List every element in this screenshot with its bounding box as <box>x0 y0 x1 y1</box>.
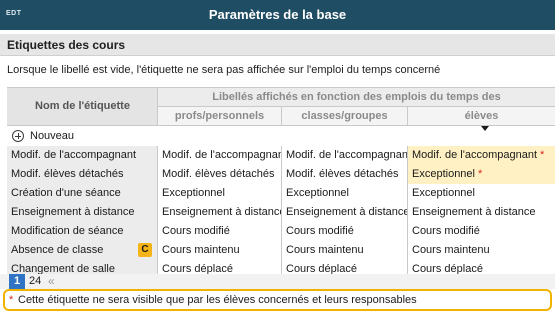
profs-label-cell[interactable]: Cours maintenu <box>158 241 282 260</box>
section-title: Etiquettes des cours <box>7 38 126 52</box>
class-badge: C <box>138 243 152 257</box>
table-row[interactable]: Absence de classe C Cours maintenu Cours… <box>7 241 555 260</box>
column-header-name-label: Nom de l'étiquette <box>35 100 130 112</box>
profs-label-cell[interactable]: Cours modifié <box>158 222 282 241</box>
table-row[interactable]: Modif. de l'accompagnant Modif. de l'acc… <box>7 146 555 165</box>
label-name-cell[interactable]: Modif. élèves détachés <box>7 165 158 184</box>
required-star: * <box>478 168 483 180</box>
eleves-label-cell[interactable]: Enseignement à distance <box>408 203 555 222</box>
labels-table: Nom de l'étiquette Libellés affichés en … <box>7 87 555 289</box>
table-row[interactable]: Modif. élèves détachés Modif. élèves dét… <box>7 165 555 184</box>
classes-label-cell[interactable]: Cours maintenu <box>282 241 408 260</box>
current-page[interactable]: 1 <box>9 274 25 289</box>
eleves-label-cell[interactable]: Exceptionnel <box>408 184 555 203</box>
label-name-cell[interactable]: Enseignement à distance <box>7 203 158 222</box>
column-header-name[interactable]: Nom de l'étiquette <box>7 88 158 126</box>
required-star: * <box>540 149 545 161</box>
footnote-star: * <box>9 294 14 306</box>
plus-circle-icon <box>12 130 24 142</box>
classes-label-cell[interactable]: Modif. de l'accompagnant <box>282 146 408 165</box>
pagination-bar: 1 24 « <box>0 274 555 289</box>
classes-label-cell[interactable]: Cours modifié <box>282 222 408 241</box>
table-row[interactable]: Enseignement à distance Enseignement à d… <box>7 203 555 222</box>
table-row[interactable]: Création d'une séance Exceptionnel Excep… <box>7 184 555 203</box>
eleves-label-cell[interactable]: Exceptionnel * <box>408 165 555 184</box>
profs-label-cell[interactable]: Modif. élèves détachés <box>158 165 282 184</box>
total-count: 24 <box>29 275 42 287</box>
label-name-cell[interactable]: Modification de séance <box>7 222 158 241</box>
column-header-profs[interactable]: profs/personnels <box>158 107 282 126</box>
column-header-classes[interactable]: classes/groupes <box>282 107 408 126</box>
table-row[interactable]: Modification de séance Cours modifié Cou… <box>7 222 555 241</box>
section-header: Etiquettes des cours <box>0 34 555 56</box>
footnote-box: * Cette étiquette ne sera visible que pa… <box>3 289 552 311</box>
classes-label-cell[interactable]: Enseignement à distance <box>282 203 408 222</box>
title-bar: EDT Paramètres de la base <box>0 0 555 30</box>
section-description: Lorsque le libellé est vide, l'étiquette… <box>7 64 441 76</box>
label-name-cell[interactable]: Absence de classe C <box>7 241 158 260</box>
label-name-cell[interactable]: Création d'une séance <box>7 184 158 203</box>
eleves-label-cell[interactable]: Modif. de l'accompagnant * <box>408 146 555 165</box>
eleves-label-cell[interactable]: Cours maintenu <box>408 241 555 260</box>
new-label-button[interactable]: Nouveau <box>7 127 555 146</box>
column-header-eleves[interactable]: élèves <box>408 107 555 126</box>
column-group-header-label: Libellés affichés en fonction des emploi… <box>212 91 501 103</box>
classes-label-cell[interactable]: Exceptionnel <box>282 184 408 203</box>
window-title: Paramètres de la base <box>208 7 347 22</box>
eleves-label-cell[interactable]: Cours modifié <box>408 222 555 241</box>
classes-label-cell[interactable]: Modif. élèves détachés <box>282 165 408 184</box>
label-name-text: Absence de classe <box>11 244 104 256</box>
column-group-header: Libellés affichés en fonction des emploi… <box>158 88 555 107</box>
eleves-label-text: Modif. de l'accompagnant <box>412 149 538 161</box>
previous-page-icon[interactable]: « <box>48 274 55 288</box>
label-name-cell[interactable]: Modif. de l'accompagnant <box>7 146 158 165</box>
profs-label-cell[interactable]: Enseignement à distance <box>158 203 282 222</box>
profs-label-cell[interactable]: Modif. de l'accompagnant <box>158 146 282 165</box>
profs-label-cell[interactable]: Exceptionnel <box>158 184 282 203</box>
eleves-label-text: Exceptionnel <box>412 168 475 180</box>
footnote-text: Cette étiquette ne sera visible que par … <box>18 294 417 306</box>
new-label-text: Nouveau <box>30 130 75 142</box>
